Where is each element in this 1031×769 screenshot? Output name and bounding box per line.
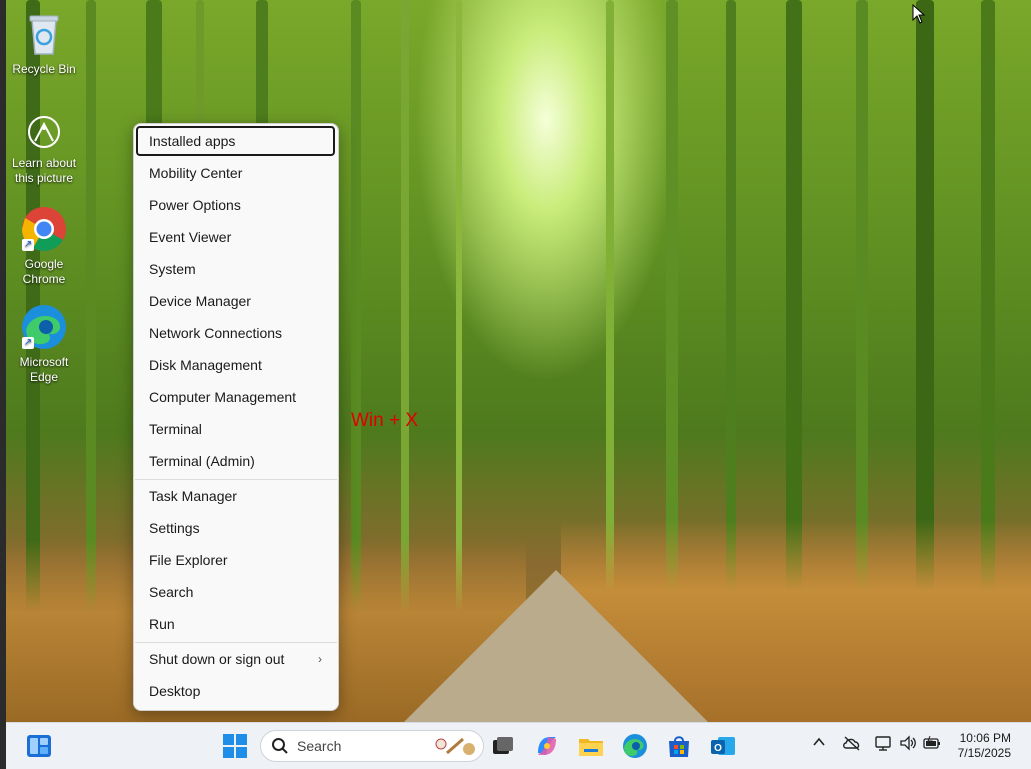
menu-item-settings[interactable]: Settings	[135, 513, 336, 543]
menu-item-file-explorer[interactable]: File Explorer	[135, 545, 336, 575]
learn-about-picture-icon	[20, 112, 68, 152]
network-icon[interactable]	[873, 734, 893, 755]
menu-item-label: Event Viewer	[149, 229, 232, 245]
search-highlight-icon	[433, 735, 477, 762]
desktop-icon-microsoft-edge[interactable]: ↗ Microsoft Edge	[6, 303, 82, 385]
taskbar: Search O 10:06 PM 7/15/2025	[6, 722, 1031, 769]
menu-item-network-connections[interactable]: Network Connections	[135, 318, 336, 348]
menu-item-search[interactable]: Search	[135, 577, 336, 607]
volume-icon[interactable]	[898, 734, 918, 755]
desktop-icon-label: Google Chrome	[22, 257, 66, 286]
menu-item-terminal-admin[interactable]: Terminal (Admin)	[135, 446, 336, 476]
menu-item-label: Desktop	[149, 683, 201, 699]
search-placeholder: Search	[297, 738, 342, 754]
menu-item-shut-down-or-sign-out[interactable]: Shut down or sign out ›	[135, 644, 336, 674]
desktop-icon-label: Recycle Bin	[12, 62, 76, 76]
start-icon[interactable]	[220, 731, 250, 761]
chevron-right-icon: ›	[318, 652, 322, 666]
taskbar-clock[interactable]: 10:06 PM 7/15/2025	[958, 731, 1011, 761]
desktop-icon-learn-about-picture[interactable]: Learn about this picture	[6, 112, 82, 186]
forest-path	[396, 570, 716, 722]
menu-item-label: System	[149, 261, 196, 277]
menu-item-disk-management[interactable]: Disk Management	[135, 350, 336, 380]
copilot-icon[interactable]	[532, 731, 562, 761]
recycle-bin-icon	[20, 10, 68, 58]
onedrive-icon[interactable]	[842, 735, 862, 754]
battery-icon[interactable]	[922, 734, 942, 755]
store-icon[interactable]	[664, 731, 694, 761]
menu-item-label: Terminal (Admin)	[149, 453, 255, 469]
menu-item-device-manager[interactable]: Device Manager	[135, 286, 336, 316]
menu-item-label: Power Options	[149, 197, 241, 213]
menu-item-label: Run	[149, 616, 175, 632]
menu-item-mobility-center[interactable]: Mobility Center	[135, 158, 336, 188]
desktop-icon-google-chrome[interactable]: ↗ Google Chrome	[6, 205, 82, 287]
task-view-icon[interactable]	[488, 731, 518, 761]
desktop-icon-label: Microsoft Edge	[19, 355, 69, 384]
menu-item-system[interactable]: System	[135, 254, 336, 284]
search-icon	[271, 737, 289, 760]
edge-icon: ↗	[20, 303, 68, 351]
clock-date: 7/15/2025	[957, 746, 1011, 760]
menu-item-event-viewer[interactable]: Event Viewer	[135, 222, 336, 252]
quick-link-menu: Installed apps Mobility Center Power Opt…	[133, 123, 339, 711]
menu-item-label: Device Manager	[149, 293, 251, 309]
file-explorer-icon[interactable]	[576, 731, 606, 761]
shortcut-overlay-label: Win + X	[351, 410, 419, 431]
chrome-icon: ↗	[20, 205, 68, 253]
menu-item-installed-apps[interactable]: Installed apps	[136, 126, 335, 156]
desktop-icon-recycle-bin[interactable]: Recycle Bin	[6, 10, 82, 77]
menu-separator	[135, 479, 337, 480]
menu-item-label: Task Manager	[149, 488, 237, 504]
menu-item-label: File Explorer	[149, 552, 228, 568]
menu-item-label: Computer Management	[149, 389, 297, 405]
outlook-icon[interactable]: O	[708, 731, 738, 761]
menu-item-desktop[interactable]: Desktop	[135, 676, 336, 706]
menu-item-computer-management[interactable]: Computer Management	[135, 382, 336, 412]
shortcut-arrow-icon: ↗	[22, 239, 34, 251]
menu-separator	[135, 642, 337, 643]
menu-item-label: Network Connections	[149, 325, 283, 341]
menu-item-run[interactable]: Run	[135, 609, 336, 639]
menu-item-task-manager[interactable]: Task Manager	[135, 481, 336, 511]
desktop-icon-label: Learn about this picture	[11, 156, 77, 185]
menu-item-label: Terminal	[149, 421, 202, 437]
show-hidden-icons-chevron[interactable]	[812, 735, 826, 752]
menu-item-label: Search	[149, 584, 194, 600]
widgets-icon[interactable]	[24, 731, 54, 761]
taskbar-search-box[interactable]: Search	[260, 730, 484, 762]
menu-item-terminal[interactable]: Terminal	[135, 414, 336, 444]
menu-item-label: Shut down or sign out	[149, 651, 285, 667]
shortcut-arrow-icon: ↗	[22, 337, 34, 349]
clock-time: 10:06 PM	[959, 731, 1011, 745]
edge-icon[interactable]	[620, 731, 650, 761]
menu-item-label: Disk Management	[149, 357, 262, 373]
menu-item-label: Mobility Center	[149, 165, 243, 181]
menu-item-label: Settings	[149, 520, 200, 536]
svg-text:O: O	[714, 743, 722, 754]
menu-item-label: Installed apps	[149, 133, 236, 149]
menu-item-power-options[interactable]: Power Options	[135, 190, 336, 220]
mouse-cursor-icon	[912, 3, 926, 29]
